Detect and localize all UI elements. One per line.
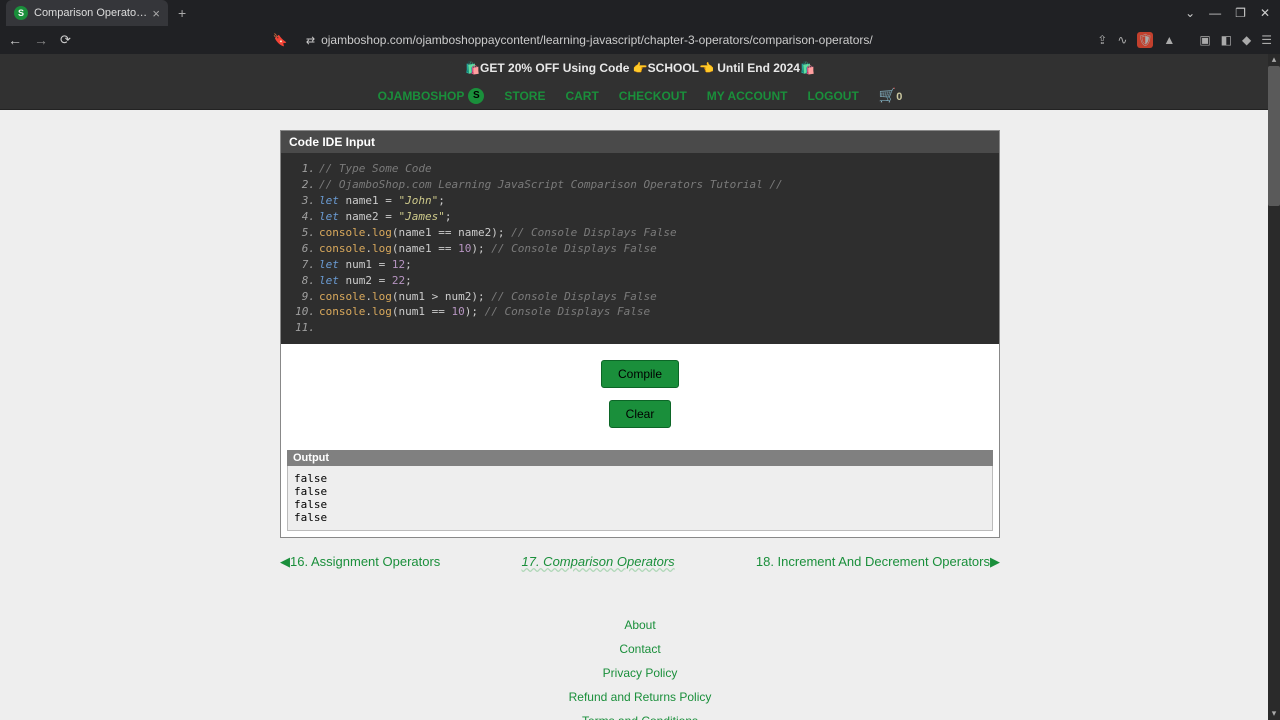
new-tab-button[interactable]: + <box>178 5 186 21</box>
maximize-icon[interactable]: ❐ <box>1235 6 1246 20</box>
current-page: 17. Comparison Operators <box>522 554 675 570</box>
tab-title: Comparison Operators - O <box>34 7 148 19</box>
code-line: 10.console.log(num1 == 10); // Console D… <box>291 304 989 320</box>
nav-account[interactable]: MY ACCOUNT <box>707 89 788 103</box>
url-text: ojamboshop.com/ojamboshoppaycontent/lear… <box>321 33 873 47</box>
ide-header: Code IDE Input <box>281 131 999 153</box>
brand-link[interactable]: OJAMBOSHOP S <box>378 88 485 104</box>
pagination: ◀16. Assignment Operators 17. Comparison… <box>280 554 1000 570</box>
brand-text: OJAMBOSHOP <box>378 89 465 103</box>
scroll-up-arrow[interactable]: ▴ <box>1268 54 1280 66</box>
promo-banner: 🛍️GET 20% OFF Using Code 👉SCHOOL👈 Until … <box>0 54 1280 82</box>
code-line: 3.let name1 = "John"; <box>291 193 989 209</box>
browser-titlebar: S Comparison Operators - O × + ⌄ — ❐ ✕ <box>0 0 1280 26</box>
scroll-thumb[interactable] <box>1268 66 1280 206</box>
output-line: false <box>294 498 986 511</box>
code-line: 9.console.log(num1 > num2); // Console D… <box>291 289 989 305</box>
close-window-icon[interactable]: ✕ <box>1260 6 1270 20</box>
footer-link[interactable]: Refund and Returns Policy <box>280 690 1000 704</box>
close-icon[interactable]: × <box>152 6 160 21</box>
toolbar-icons: ⇪ ∿ 🛡 ▲ ▣ ◧ ◆ ☰ <box>1097 32 1272 48</box>
minimize-icon[interactable]: — <box>1209 6 1221 20</box>
forward-button[interactable]: → <box>34 32 48 48</box>
output-line: false <box>294 472 986 485</box>
window-controls: ⌄ — ❐ ✕ <box>1185 6 1280 20</box>
nav-checkout[interactable]: CHECKOUT <box>619 89 687 103</box>
back-button[interactable]: ← <box>8 32 22 48</box>
code-line: 8.let num2 = 22; <box>291 273 989 289</box>
code-editor[interactable]: 1.// Type Some Code2.// OjamboShop.com L… <box>281 153 999 344</box>
lock-icon[interactable]: ⇄ <box>306 34 315 47</box>
prev-page-link[interactable]: ◀16. Assignment Operators <box>280 554 440 570</box>
clear-button[interactable]: Clear <box>609 400 672 428</box>
main-content: Code IDE Input 1.// Type Some Code2.// O… <box>280 130 1000 720</box>
share-icon[interactable]: ⇪ <box>1097 33 1107 47</box>
code-line: 4.let name2 = "James"; <box>291 209 989 225</box>
tab-favicon: S <box>14 6 28 20</box>
code-line: 11. <box>291 320 989 336</box>
code-line: 6.console.log(name1 == 10); // Console D… <box>291 241 989 257</box>
address-bar[interactable]: 🔖 ⇄ ojamboshop.com/ojamboshoppaycontent/… <box>273 33 1085 47</box>
brand-badge: S <box>468 88 484 104</box>
output-line: false <box>294 485 986 498</box>
nav-cart[interactable]: CART <box>565 89 598 103</box>
reload-button[interactable]: ⟳ <box>60 32 71 48</box>
cart-icon: 🛒 <box>879 87 896 103</box>
code-line: 5.console.log(name1 == name2); // Consol… <box>291 225 989 241</box>
code-line: 1.// Type Some Code <box>291 161 989 177</box>
next-page-link[interactable]: 18. Increment And Decrement Operators▶ <box>756 554 1000 570</box>
cart-count: 0 <box>896 91 902 103</box>
rss-icon[interactable]: ∿ <box>1117 33 1127 47</box>
site-nav: OJAMBOSHOP S STORE CART CHECKOUT MY ACCO… <box>0 82 1280 110</box>
output-header: Output <box>287 450 993 466</box>
page-viewport: 🛍️GET 20% OFF Using Code 👉SCHOOL👈 Until … <box>0 54 1280 720</box>
output-line: false <box>294 511 986 524</box>
menu-icon[interactable]: ☰ <box>1261 33 1272 47</box>
footer-link[interactable]: About <box>280 618 1000 632</box>
output-wrap: Output falsefalsefalsefalse <box>281 444 999 537</box>
footer-link[interactable]: Contact <box>280 642 1000 656</box>
footer-links: About Contact Privacy Policy Refund and Ret… <box>280 618 1000 720</box>
browser-toolbar: ← → ⟳ 🔖 ⇄ ojamboshop.com/ojamboshoppayco… <box>0 26 1280 54</box>
chevron-down-icon[interactable]: ⌄ <box>1185 6 1195 20</box>
footer-link[interactable]: Terms and Conditions <box>280 714 1000 720</box>
code-line: 7.let num1 = 12; <box>291 257 989 273</box>
shield-icon[interactable]: 🛡 <box>1137 32 1153 48</box>
button-area: Compile Clear <box>281 344 999 444</box>
scrollbar[interactable]: ▴ ▾ <box>1268 54 1280 720</box>
nav-logout[interactable]: LOGOUT <box>807 89 858 103</box>
warning-icon[interactable]: ▲ <box>1163 33 1175 47</box>
code-line: 2.// OjamboShop.com Learning JavaScript … <box>291 177 989 193</box>
scroll-down-arrow[interactable]: ▾ <box>1268 708 1280 720</box>
browser-tab[interactable]: S Comparison Operators - O × <box>6 0 168 26</box>
bookmark-icon[interactable]: 🔖 <box>273 33 288 47</box>
nav-cart-icon[interactable]: 🛒0 <box>879 87 903 104</box>
ide-box: Code IDE Input 1.// Type Some Code2.// O… <box>280 130 1000 538</box>
compile-button[interactable]: Compile <box>601 360 679 388</box>
nav-store[interactable]: STORE <box>504 89 545 103</box>
footer-link[interactable]: Privacy Policy <box>280 666 1000 680</box>
extensions-icon[interactable]: ◆ <box>1242 33 1251 47</box>
sidebar-icon[interactable]: ◧ <box>1221 33 1232 47</box>
output-body: falsefalsefalsefalse <box>287 466 993 531</box>
panel-icon[interactable]: ▣ <box>1199 33 1210 47</box>
